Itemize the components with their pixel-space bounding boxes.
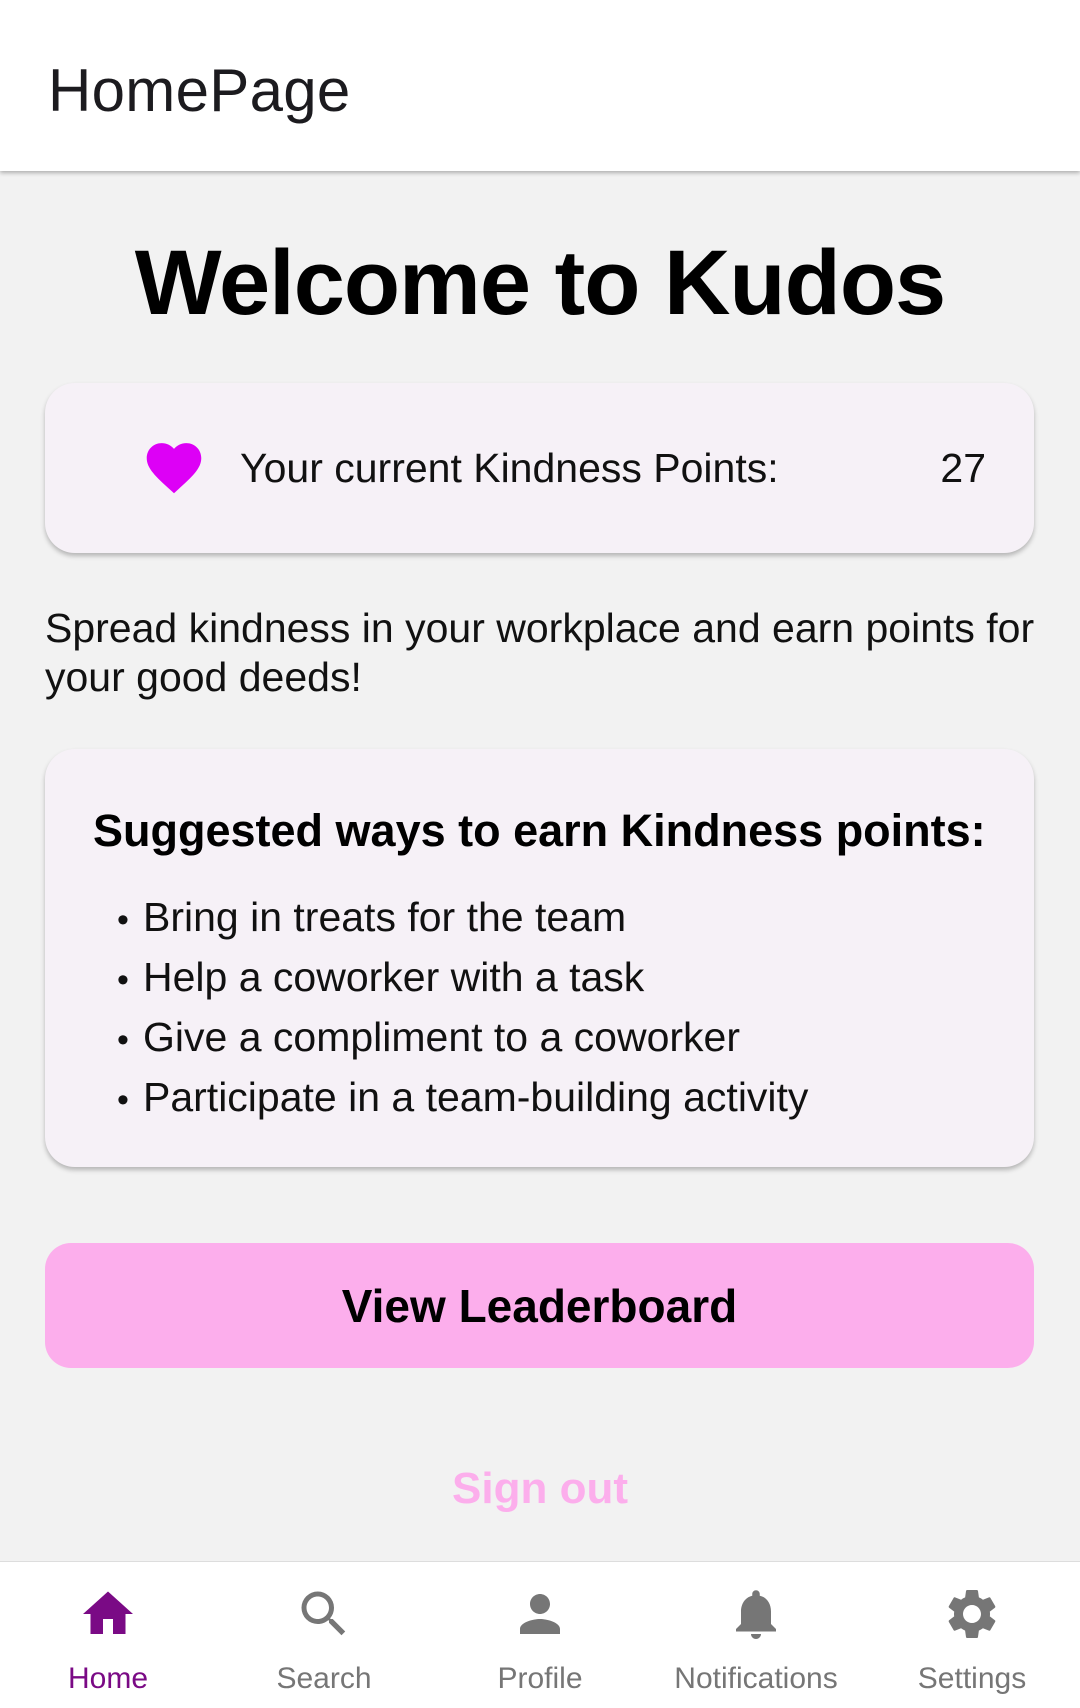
bullet: • xyxy=(117,1081,129,1119)
heart-icon xyxy=(146,443,202,494)
kindness-points-card: Your current Kindness Points: 27 xyxy=(45,383,1034,553)
search-icon xyxy=(301,1591,346,1636)
points-value: 27 xyxy=(940,445,986,491)
nav-label-home: Home xyxy=(67,1662,149,1695)
bottom-navigation: Home Search Profile Notifications Settin… xyxy=(0,1561,1080,1708)
nav-label-notifications: Notifications xyxy=(674,1662,838,1695)
list-item: • Help a coworker with a task xyxy=(117,949,808,1009)
list-item: • Participate in a team-building activity xyxy=(117,1069,808,1129)
suggestion-text: Participate in a team-building activity xyxy=(143,1074,809,1120)
nav-label-profile: Profile xyxy=(497,1662,583,1695)
app-screen: HomePage Welcome to Kudos Your current K… xyxy=(0,0,1080,1708)
nav-item-settings[interactable]: Settings xyxy=(864,1562,1080,1708)
nav-label-settings: Settings xyxy=(917,1662,1027,1695)
points-label: Your current Kindness Points: xyxy=(240,445,779,491)
home-icon xyxy=(83,1591,133,1634)
bell-icon xyxy=(736,1590,776,1639)
nav-item-profile[interactable]: Profile xyxy=(432,1562,648,1708)
suggestion-text: Give a compliment to a coworker xyxy=(143,1014,741,1060)
person-icon xyxy=(520,1594,560,1634)
nav-item-home[interactable]: Home xyxy=(0,1562,216,1708)
bullet: • xyxy=(117,901,129,939)
bullet: • xyxy=(117,1021,129,1059)
app-bar: HomePage xyxy=(0,0,1080,171)
bullet: • xyxy=(117,961,129,999)
intro-text: Spread kindness in your workplace and ea… xyxy=(45,605,1035,700)
suggestion-text: Help a coworker with a task xyxy=(143,954,645,1000)
suggestion-text: Bring in treats for the team xyxy=(143,894,627,940)
welcome-title: Welcome to Kudos xyxy=(134,232,946,334)
sign-out-button[interactable]: Sign out xyxy=(0,1464,1080,1514)
nav-label-search: Search xyxy=(276,1662,372,1695)
list-item: • Give a compliment to a coworker xyxy=(117,1009,808,1069)
page-title: HomePage xyxy=(48,57,351,124)
list-item: • Bring in treats for the team xyxy=(117,889,808,949)
view-leaderboard-button[interactable]: View Leaderboard xyxy=(45,1243,1034,1368)
main-content[interactable]: Welcome to Kudos Your current Kindness P… xyxy=(0,171,1080,1561)
gear-icon xyxy=(948,1590,996,1638)
suggestions-card: Suggested ways to earn Kindness points: … xyxy=(45,749,1034,1167)
suggestions-list: • Bring in treats for the team • Help a co… xyxy=(117,889,808,1129)
nav-item-search[interactable]: Search xyxy=(216,1562,432,1708)
suggestions-title: Suggested ways to earn Kindness points: xyxy=(93,805,986,856)
nav-item-notifications[interactable]: Notifications xyxy=(648,1562,864,1708)
